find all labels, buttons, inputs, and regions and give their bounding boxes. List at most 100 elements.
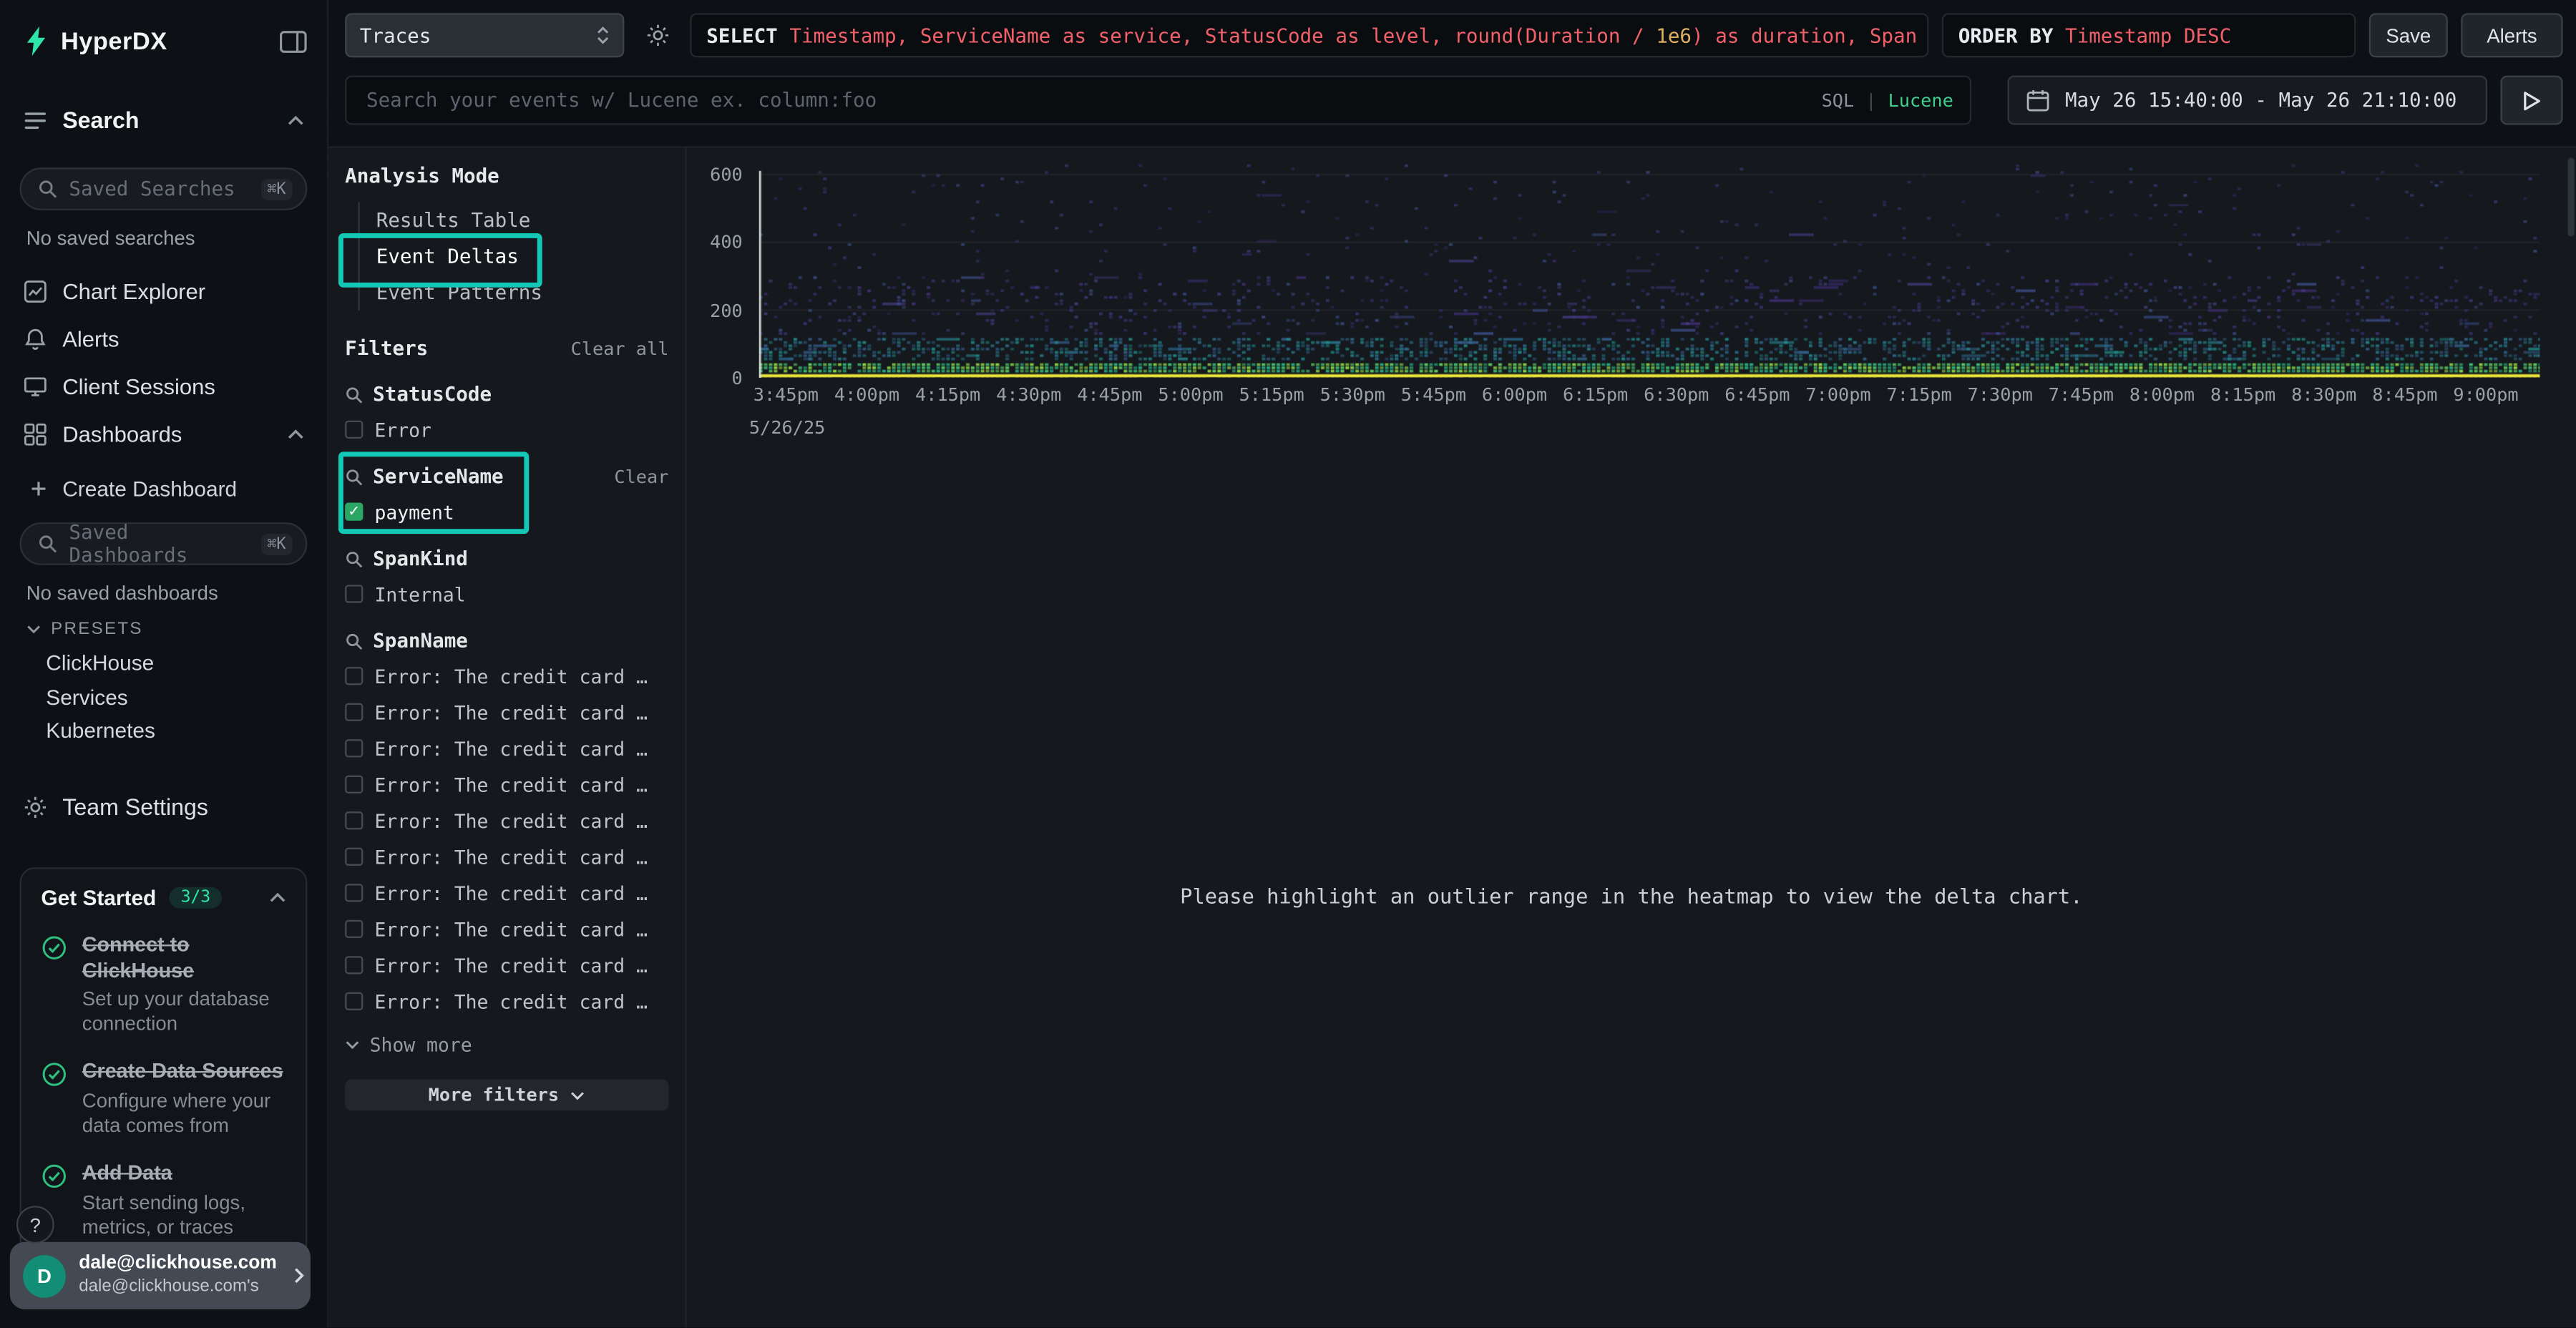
filter-option[interactable]: ✓ Error: The credit card … [345,664,668,688]
create-dashboard-label: Create Dashboard [62,476,237,500]
filter-group-statuscode-header[interactable]: StatusCode [345,383,668,406]
sidebar-item-client-sessions[interactable]: Client Sessions [0,365,327,408]
scrollbar[interactable] [2567,157,2574,236]
event-search-box[interactable]: SQL | Lucene [345,76,1971,125]
checkbox[interactable]: ✓ [345,503,363,521]
query-settings-gear-icon[interactable] [638,13,677,57]
analysis-mode-option[interactable]: Event Patterns [360,274,669,311]
filter-option[interactable]: ✓ Error [345,417,668,441]
saved-searches-placeholder: Saved Searches [69,177,249,200]
user-menu[interactable]: D dale@clickhouse.com dale@clickhouse.co… [10,1242,311,1309]
checkbox[interactable]: ✓ [345,848,363,866]
heatmap-canvas[interactable] [759,165,2540,378]
filter-option[interactable]: ✓ Error: The credit card … [345,881,668,905]
more-filters-button[interactable]: More filters [345,1079,668,1110]
collapse-sidebar-button[interactable] [279,29,307,53]
saved-dashboards-placeholder: Saved Dashboards [69,521,249,567]
checkbox[interactable]: ✓ [345,920,363,938]
sidebar-item-chart-explorer[interactable]: Chart Explorer [0,270,327,313]
filter-option[interactable]: ✓ Error: The credit card … [345,772,668,796]
checkbox[interactable]: ✓ [345,703,363,721]
get-started-item[interactable]: Create Data Sources Configure where your… [41,1060,286,1138]
checkbox[interactable]: ✓ [345,585,363,602]
get-started-item[interactable]: Add Data Start sending logs, metrics, or… [41,1161,286,1239]
sidebar-item-alerts[interactable]: Alerts [0,317,327,360]
time-range-picker[interactable]: May 26 15:40:00 - May 26 21:10:00 [2008,76,2487,125]
save-button[interactable]: Save [2369,13,2448,57]
checkbox[interactable]: ✓ [345,421,363,439]
get-started-item[interactable]: Connect to ClickHouse Set up your databa… [41,933,286,1037]
filter-group-spanname-header[interactable]: SpanName [345,629,668,652]
sql-select-editor[interactable]: SELECT Timestamp, ServiceName as service… [690,13,1928,57]
get-started-progress-badge: 3/3 [170,887,223,909]
filter-group-spankind-header[interactable]: SpanKind [345,547,668,570]
clear-servicename-link[interactable]: Clear [614,466,668,487]
kbd-shortcut: ⌘K [260,533,293,555]
get-started-item-desc: Configure where your data comes from [82,1089,286,1138]
get-started-card: Get Started 3/3 Connect to ClickHouse Se [20,867,308,1257]
heatmap-chart: 0200400600 3:45pm4:00pm4:15pm4:30pm4:45p… [687,151,2576,446]
x-tick-label: 5:00pm [1158,384,1223,406]
presets-label: PRESETS [51,620,143,640]
alerts-button[interactable]: Alerts [2461,13,2562,57]
checkbox[interactable]: ✓ [345,667,363,685]
filter-group-servicename-header[interactable]: ServiceName Clear [345,465,668,488]
presets-toggle[interactable]: PRESETS [26,620,143,640]
analysis-mode-option[interactable]: Results Table [360,202,669,238]
help-button[interactable]: ? [16,1206,54,1244]
hyperdx-logo-icon [23,26,49,56]
nav-item-label: Dashboards [62,421,182,446]
filter-option-label: Error: The credit card … [374,917,648,940]
user-org: dale@clickhouse.com's [79,1276,277,1297]
preset-item[interactable]: ClickHouse [46,650,154,675]
filter-option[interactable]: ✓ Error: The credit card … [345,809,668,833]
analysis-mode-list: Results Table Event Deltas Event Pattern… [358,202,669,311]
run-query-button[interactable] [2500,76,2562,125]
sql-orderby-editor[interactable]: ORDER BY Timestamp DESC [1942,13,2356,57]
checkbox[interactable]: ✓ [345,811,363,829]
saved-dashboards-input[interactable]: Saved Dashboards ⌘K [20,522,308,565]
user-email: dale@clickhouse.com [79,1254,277,1276]
saved-searches-input[interactable]: Saved Searches ⌘K [20,167,308,210]
x-tick-label: 9:00pm [2453,384,2518,406]
sidebar-item-dashboards[interactable]: Dashboards [0,412,327,455]
filter-option[interactable]: ✓ payment [345,499,668,524]
search-icon [345,632,363,650]
filter-option[interactable]: ✓ Error: The credit card … [345,700,668,724]
x-tick-label: 4:00pm [834,384,899,406]
checkbox[interactable]: ✓ [345,739,363,757]
language-sql-option[interactable]: SQL [1822,89,1855,111]
create-dashboard-button[interactable]: Create Dashboard [0,467,327,509]
sidebar-item-team-settings[interactable]: Team Settings [0,785,327,828]
checkbox[interactable]: ✓ [345,776,363,794]
event-search-input[interactable] [363,87,1808,114]
filter-option-label: Error: The credit card … [374,882,648,904]
analysis-mode-option[interactable]: Event Deltas [360,238,669,275]
heatmap-plot[interactable] [759,165,2540,378]
filter-option-label: Error [374,418,431,441]
x-tick-label: 6:00pm [1482,384,1547,406]
source-select[interactable]: Traces [345,13,624,57]
show-more-link[interactable]: Show more [345,1033,668,1056]
filter-option[interactable]: ✓ Error: The credit card … [345,989,668,1013]
preset-item[interactable]: Kubernetes [46,718,155,742]
filter-option[interactable]: ✓ Error: The credit card … [345,953,668,977]
chevron-right-icon [293,1267,304,1284]
checkbox[interactable]: ✓ [345,992,363,1010]
checkbox[interactable]: ✓ [345,956,363,974]
language-lucene-option[interactable]: Lucene [1888,89,1953,111]
filter-option[interactable]: ✓ Internal [345,582,668,606]
preset-item[interactable]: Services [46,684,127,708]
sidebar-item-search[interactable]: Search [0,99,327,142]
filter-option[interactable]: ✓ Error: The credit card … [345,917,668,941]
y-tick-label: 0 [732,368,743,389]
checkbox[interactable]: ✓ [345,884,363,902]
get-started-header[interactable]: Get Started 3/3 [41,885,286,909]
bell-icon [23,326,47,351]
filter-option[interactable]: ✓ Error: The credit card … [345,736,668,761]
clear-all-filters-link[interactable]: Clear all [571,338,669,360]
filter-option[interactable]: ✓ Error: The credit card … [345,844,668,869]
time-range-value: May 26 15:40:00 - May 26 21:10:00 [2065,89,2457,112]
filter-options: ✓ Error [345,417,668,441]
search-icon [345,385,363,403]
